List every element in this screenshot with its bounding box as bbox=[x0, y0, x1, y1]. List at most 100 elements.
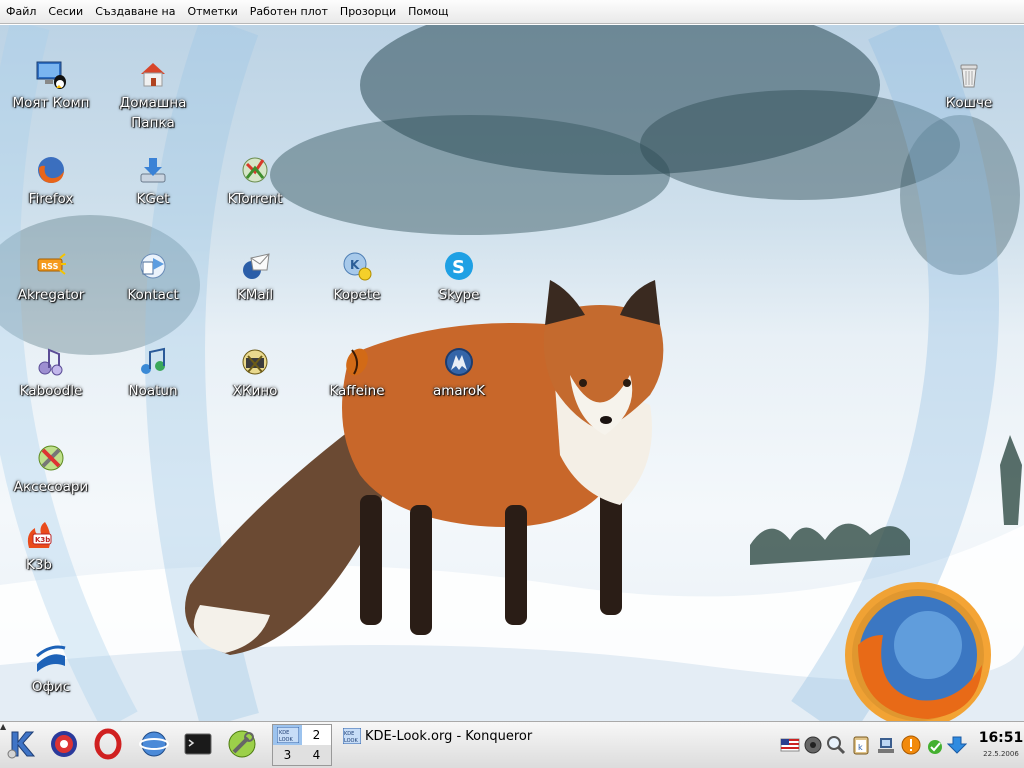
panel-clock[interactable]: 16:51 22.5.2006 bbox=[978, 730, 1024, 758]
desktop-icon-label: Офис bbox=[31, 679, 71, 695]
skype-icon: S bbox=[445, 252, 473, 280]
desktop-icon-label: Noatun bbox=[128, 383, 178, 399]
kontact-icon bbox=[140, 253, 166, 279]
network-icon[interactable] bbox=[876, 735, 896, 755]
desktop-icon-label: Kaboodle bbox=[19, 383, 83, 399]
trash-icon bbox=[960, 64, 978, 88]
svg-text:K: K bbox=[350, 258, 360, 272]
desktop-icon-skype[interactable]: S Skype bbox=[409, 250, 509, 305]
kaffeine-icon bbox=[346, 348, 368, 376]
office-icon bbox=[36, 645, 66, 672]
menu-desktop[interactable]: Работен плот bbox=[246, 0, 332, 24]
desktop-icon-home[interactable]: Домашна Папка bbox=[103, 58, 203, 133]
pager-desktop-1[interactable]: KDE LOOK bbox=[273, 725, 302, 745]
desktop-icon-label: Firefox bbox=[28, 191, 74, 207]
desktop-icon-amarok[interactable]: amaroK bbox=[409, 346, 509, 401]
kde-menu-icon[interactable] bbox=[6, 728, 38, 760]
amarok-icon bbox=[445, 348, 473, 376]
music-icon bbox=[141, 347, 165, 374]
tools-icon[interactable] bbox=[226, 728, 258, 760]
desktop-icon-label: Домашна Папка bbox=[119, 95, 187, 131]
menu-file[interactable]: Файл bbox=[2, 0, 40, 24]
download-arrow-icon[interactable] bbox=[947, 735, 967, 755]
desktop-icon-my-computer[interactable]: Моят Комп bbox=[1, 58, 101, 113]
svg-text:RSS: RSS bbox=[41, 262, 59, 271]
menu-bookmarks[interactable]: Отметки bbox=[183, 0, 241, 24]
desktop-icon-label: Моят Комп bbox=[12, 95, 90, 111]
cd-player-icon[interactable] bbox=[48, 728, 80, 760]
firefox-icon bbox=[38, 157, 64, 183]
klipper-icon[interactable]: k bbox=[851, 735, 871, 755]
svg-text:KDE: KDE bbox=[279, 730, 289, 736]
svg-text:KDE: KDE bbox=[344, 731, 354, 737]
taskbar-item-title: KDE-Look.org - Konqueror bbox=[365, 728, 533, 744]
desktop-icon-label: Kaffeine bbox=[329, 383, 385, 399]
desktop-icon-kaffeine[interactable]: Kaffeine bbox=[307, 346, 407, 401]
desktop-icon-label: K3b bbox=[25, 557, 52, 573]
update-warning-icon[interactable] bbox=[901, 735, 921, 755]
desktop-icon-label: KTorrent bbox=[227, 191, 283, 207]
taskbar-item-konqueror[interactable]: KDE LOOK KDE-Look.org - Konqueror bbox=[343, 725, 532, 747]
desktop-icon-akregator[interactable]: RSS Akregator bbox=[1, 250, 101, 305]
check-icon[interactable] bbox=[925, 735, 945, 755]
menu-help[interactable]: Помощ bbox=[404, 0, 452, 24]
cd-burn-icon: K3b bbox=[27, 522, 52, 548]
desktop-icon-label: KGet bbox=[136, 191, 170, 207]
desktop-icon-label: Аксесоари bbox=[13, 479, 89, 495]
desktop-icon-kget[interactable]: KGet bbox=[103, 154, 203, 209]
keyboard-layout-icon[interactable] bbox=[780, 735, 800, 755]
top-menubar: Файл Сесии Създаване на Отметки Работен … bbox=[0, 0, 1024, 24]
svg-text:LOOK: LOOK bbox=[279, 737, 293, 743]
chat-icon: K bbox=[343, 252, 372, 281]
svg-text:LOOK: LOOK bbox=[344, 738, 358, 744]
pager-desktop-3[interactable]: 3 bbox=[273, 745, 302, 765]
desktop-icon-label: Кошче bbox=[945, 95, 993, 111]
pager-desktop-2[interactable]: 2 bbox=[302, 725, 331, 745]
download-icon bbox=[140, 158, 166, 183]
desktop-icon-kaboodle[interactable]: Kaboodle bbox=[1, 346, 101, 401]
desktop-icon-firefox[interactable]: Firefox bbox=[1, 154, 101, 209]
menu-create-new[interactable]: Създаване на bbox=[91, 0, 179, 24]
svg-text:S: S bbox=[452, 257, 465, 278]
desktop-icon-office[interactable]: Офис bbox=[1, 642, 101, 697]
desktop-icon-label: Skype bbox=[438, 287, 480, 303]
speaker-icon[interactable] bbox=[803, 735, 823, 755]
desktop-icon-ktorrent[interactable]: KTorrent bbox=[205, 154, 305, 209]
mail-icon bbox=[243, 253, 270, 279]
pager-desktop-4[interactable]: 4 bbox=[302, 745, 331, 765]
browser-icon[interactable] bbox=[138, 728, 170, 760]
clock-date: 22.5.2006 bbox=[983, 750, 1019, 758]
tools-icon bbox=[38, 445, 64, 471]
desktop-icon-label: Akregator bbox=[17, 287, 85, 303]
menu-windows[interactable]: Прозорци bbox=[336, 0, 400, 24]
clock-time: 16:51 bbox=[978, 730, 1024, 746]
desktop-icon-kopete[interactable]: K Kopete bbox=[307, 250, 407, 305]
rss-icon: RSS bbox=[37, 253, 66, 275]
torrent-icon bbox=[242, 157, 268, 183]
terminal-icon[interactable] bbox=[182, 728, 214, 760]
search-icon[interactable] bbox=[826, 735, 846, 755]
konqueror-window-icon: KDE LOOK bbox=[276, 726, 299, 744]
desktop-icon-label: Kopete bbox=[333, 287, 381, 303]
desktop-icon-label: KMail bbox=[236, 287, 274, 303]
desktop-icon-noatun[interactable]: Noatun bbox=[103, 346, 203, 401]
desktop-icon-label: ХКино bbox=[232, 383, 278, 399]
desktop-icon-label: Kontact bbox=[127, 287, 179, 303]
opera-icon[interactable] bbox=[92, 728, 124, 760]
desktop-icon-kontact[interactable]: Kontact bbox=[103, 250, 203, 305]
desktop-wallpaper[interactable]: Моят Комп Домашна Папка Кошче Firefox KG… bbox=[0, 25, 1024, 721]
desktop-icon-trash[interactable]: Кошче bbox=[919, 58, 1019, 113]
desktop-icon-kmail[interactable]: KMail bbox=[205, 250, 305, 305]
menu-sessions[interactable]: Сесии bbox=[44, 0, 87, 24]
desktop-icon-xkino[interactable]: ХКино bbox=[205, 346, 305, 401]
desktop-icon-k3b[interactable]: K3b K3b bbox=[0, 520, 89, 575]
media-player-icon bbox=[38, 348, 63, 376]
desktop-icon-label: amaroK bbox=[432, 383, 486, 399]
svg-text:k: k bbox=[858, 743, 863, 752]
svg-text:K3b: K3b bbox=[35, 536, 50, 544]
film-icon bbox=[242, 349, 268, 375]
konqueror-icon: KDE LOOK bbox=[343, 728, 361, 744]
desktop-icon-accessories[interactable]: Аксесоари bbox=[1, 442, 101, 497]
home-folder-icon bbox=[141, 63, 165, 87]
computer-icon bbox=[36, 61, 66, 89]
